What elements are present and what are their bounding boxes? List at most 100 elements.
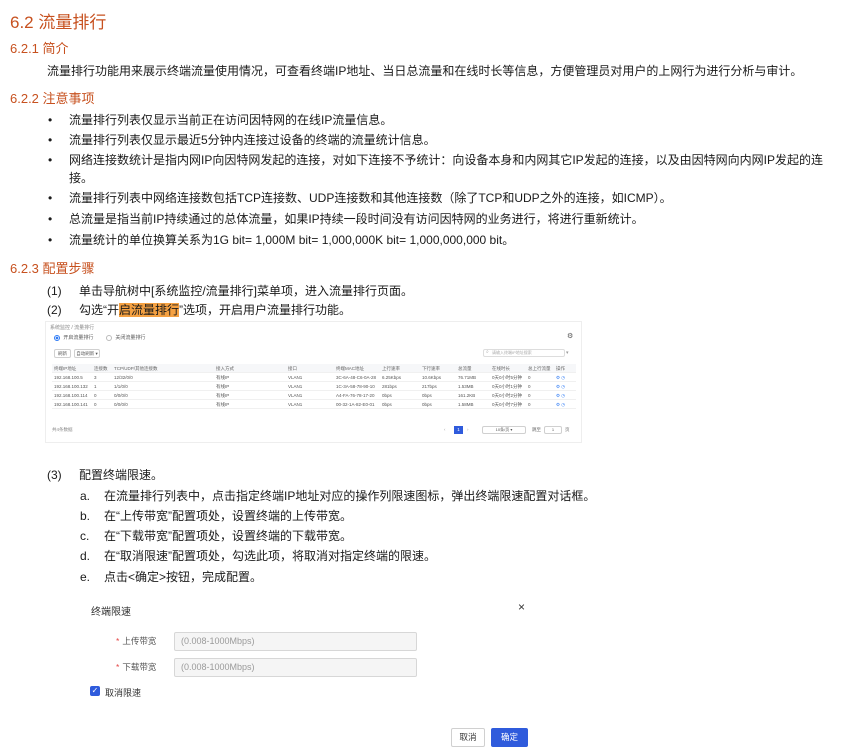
cell-ip: 192.168.100.114 <box>54 393 88 398</box>
note-item: • 流量统计的单位换算关系为1G bit= 1,000M bit= 1,000,… <box>48 231 838 249</box>
total-count: 共4条数据 <box>52 427 73 432</box>
substep-number: b. <box>80 509 91 523</box>
download-bandwidth-input[interactable]: (0.008-1000Mbps) <box>174 658 417 677</box>
traffic-ranking-screenshot: 系统监控 / 流量排行 开启流量排行 关闭流量排行 ⚙ 刷新 自动刷新 ▾ 请输… <box>45 321 582 443</box>
cell-access: 有线IP <box>216 384 230 389</box>
cell-total: 1.58MB <box>458 402 474 407</box>
goto-page-input[interactable]: 1 <box>544 426 562 434</box>
section-title: 6.2 流量排行 <box>10 13 107 32</box>
intro-heading: 6.2.1 简介 <box>10 41 69 56</box>
column-header: TCP/UDP/其他连接数 <box>114 366 158 371</box>
cell-protocol-counts: 0/0/0/0 <box>114 402 128 407</box>
substep-number: c. <box>80 529 90 543</box>
ok-button[interactable]: 确定 <box>491 728 528 747</box>
cell-down-rate: 10.6Kbps <box>422 375 442 380</box>
ip-search-input[interactable]: 请输入终端IP地址搜索 <box>483 349 565 357</box>
next-page-icon[interactable]: › <box>467 426 469 434</box>
gear-icon[interactable]: ⚙ <box>567 332 573 340</box>
cell-online-time: 0天0小时1分钟 <box>492 384 523 389</box>
cell-total: 161.2KB <box>458 393 476 398</box>
table-row: 192.168.100.5 3 12/32/0/0 有线IP VLAN1 3C-… <box>52 373 576 382</box>
refresh-button[interactable]: 刷新 <box>54 349 71 358</box>
substep-text: 在“下载带宽”配置项处，设置终端的下载带宽。 <box>104 529 352 543</box>
step-text: 配置终端限速。 <box>79 468 164 482</box>
table-row: 192.168.100.132 1 1/1/0/0 有线IP VLAN1 1C-… <box>52 382 576 391</box>
radio-disable-label: 关闭流量排行 <box>115 335 146 341</box>
note-item: • 流量排行列表仅显示最近5分钟内连接过设备的终端的流量统计信息。 <box>48 131 838 149</box>
note-item: • 流量排行列表仅显示当前正在访问因特网的在线IP流量信息。 <box>48 111 838 129</box>
bullet: • <box>48 212 53 226</box>
upload-label-text: 上传带宽 <box>122 636 157 646</box>
cancel-limit-label: 取消限速 <box>105 688 142 698</box>
cell-up-rate: 0bps <box>382 393 392 398</box>
cell-up-total: 0 <box>528 393 531 398</box>
cell-protocol-counts: 12/32/0/0 <box>114 375 133 380</box>
config-heading: 6.2.3 配置步骤 <box>10 261 95 276</box>
cell-total: 76.71MB <box>458 375 477 380</box>
table-row: 192.168.100.141 0 0/0/0/0 有线IP VLAN1 00-… <box>52 400 576 409</box>
substep-number: a. <box>80 489 91 503</box>
rate-limit-icon[interactable]: ⚙ ◷ <box>556 373 565 382</box>
table-row: 192.168.100.114 0 0/0/0/0 有线IP VLAN1 A4-… <box>52 391 576 400</box>
radio-enable-ranking[interactable]: 开启流量排行 <box>54 334 93 341</box>
prev-page-icon[interactable]: ‹ <box>444 426 446 434</box>
auto-refresh-button[interactable]: 自动刷新 ▾ <box>74 349 100 358</box>
column-header: 接口 <box>288 366 297 371</box>
page-1-button[interactable]: 1 <box>454 426 463 434</box>
cell-mac: A4-FA-76-78-17-20 <box>336 393 375 398</box>
cell-online-time: 0天0小时5分钟 <box>492 375 523 380</box>
cell-connections: 3 <box>94 375 97 380</box>
radio-on-icon <box>54 334 60 341</box>
cancel-button[interactable]: 取消 <box>451 728 485 747</box>
table-header-row: 终端IP地址 连接数 TCP/UDP/其他连接数 接入方式 接口 终端MAC地址… <box>52 364 576 373</box>
bullet: • <box>48 233 53 247</box>
cell-access: 有线IP <box>216 393 230 398</box>
column-header: 下行速率 <box>422 366 440 371</box>
cell-connections: 0 <box>94 393 97 398</box>
cancel-limit-checkbox[interactable]: ✓ <box>90 686 100 696</box>
cell-down-rate: 217bps <box>422 384 437 389</box>
cell-mac: 3C-6A-48-C6-0A-28 <box>336 375 377 380</box>
substep-text: 在“上传带宽”配置项处，设置终端的上传带宽。 <box>104 509 352 523</box>
cell-up-rate: 281bps <box>382 384 397 389</box>
cell-total: 1.53MB <box>458 384 474 389</box>
column-header: 终端IP地址 <box>54 366 77 371</box>
bullet: • <box>48 191 53 205</box>
note-text: 总流量是指当前IP持续通过的总体流量，如果IP持续一段时间没有访问因特网的业务进… <box>69 212 644 226</box>
cell-mac: 00-32-1A-82-E0-01 <box>336 402 375 407</box>
cell-up-total: 0 <box>528 402 531 407</box>
traffic-table: 终端IP地址 连接数 TCP/UDP/其他连接数 接入方式 接口 终端MAC地址… <box>52 364 576 409</box>
step-text-post: ”选项，开启用户流量排行功能。 <box>179 303 352 317</box>
substep-a: a. 在流量排行列表中，点击指定终端IP地址对应的操作列限速图标，弹出终端限速配置… <box>80 487 595 505</box>
radio-off-icon <box>106 334 112 341</box>
goto-label: 跳至 <box>532 427 541 432</box>
close-icon[interactable]: × <box>518 600 525 614</box>
column-header: 总流量 <box>458 366 472 371</box>
page-size-select[interactable]: 10条/页 ▾ <box>482 426 526 434</box>
rate-limit-icon[interactable]: ⚙ ◷ <box>556 382 565 391</box>
cell-up-total: 0 <box>528 384 531 389</box>
cell-interface: VLAN1 <box>288 402 303 407</box>
cell-up-total: 0 <box>528 375 531 380</box>
step-text: 单击导航树中[系统监控/流量排行]菜单项，进入流量排行页面。 <box>79 284 414 298</box>
cell-connections: 0 <box>94 402 97 407</box>
upload-bandwidth-input[interactable]: (0.008-1000Mbps) <box>174 632 417 651</box>
column-header: 终端MAC地址 <box>336 366 364 371</box>
download-bandwidth-label: * 下载带宽 <box>116 661 156 673</box>
substep-b: b. 在“上传带宽”配置项处，设置终端的上传带宽。 <box>80 507 352 525</box>
column-header: 操作 <box>556 366 565 371</box>
rate-limit-icon[interactable]: ⚙ ◷ <box>556 391 565 400</box>
substep-c: c. 在“下载带宽”配置项处，设置终端的下载带宽。 <box>80 527 352 545</box>
rate-limit-icon[interactable]: ⚙ ◷ <box>556 400 565 409</box>
dropdown-icon[interactable]: ▾ <box>566 350 569 356</box>
cell-mac: 1C-3A-58-78-90-10 <box>336 384 375 389</box>
cell-access: 有线IP <box>216 375 230 380</box>
cell-connections: 1 <box>94 384 97 389</box>
substep-number: e. <box>80 570 91 584</box>
notes-heading: 6.2.2 注意事项 <box>10 91 95 106</box>
radio-disable-ranking[interactable]: 关闭流量排行 <box>106 334 145 341</box>
cell-online-time: 0天0小时2分钟 <box>492 393 523 398</box>
cell-protocol-counts: 1/1/0/0 <box>114 384 128 389</box>
note-text: 网络连接数统计是指内网IP向因特网发起的连接，对如下连接不予统计：向设备本身和内… <box>69 153 824 185</box>
substep-text: 在“取消限速”配置项处，勾选此项，将取消对指定终端的限速。 <box>104 549 436 563</box>
